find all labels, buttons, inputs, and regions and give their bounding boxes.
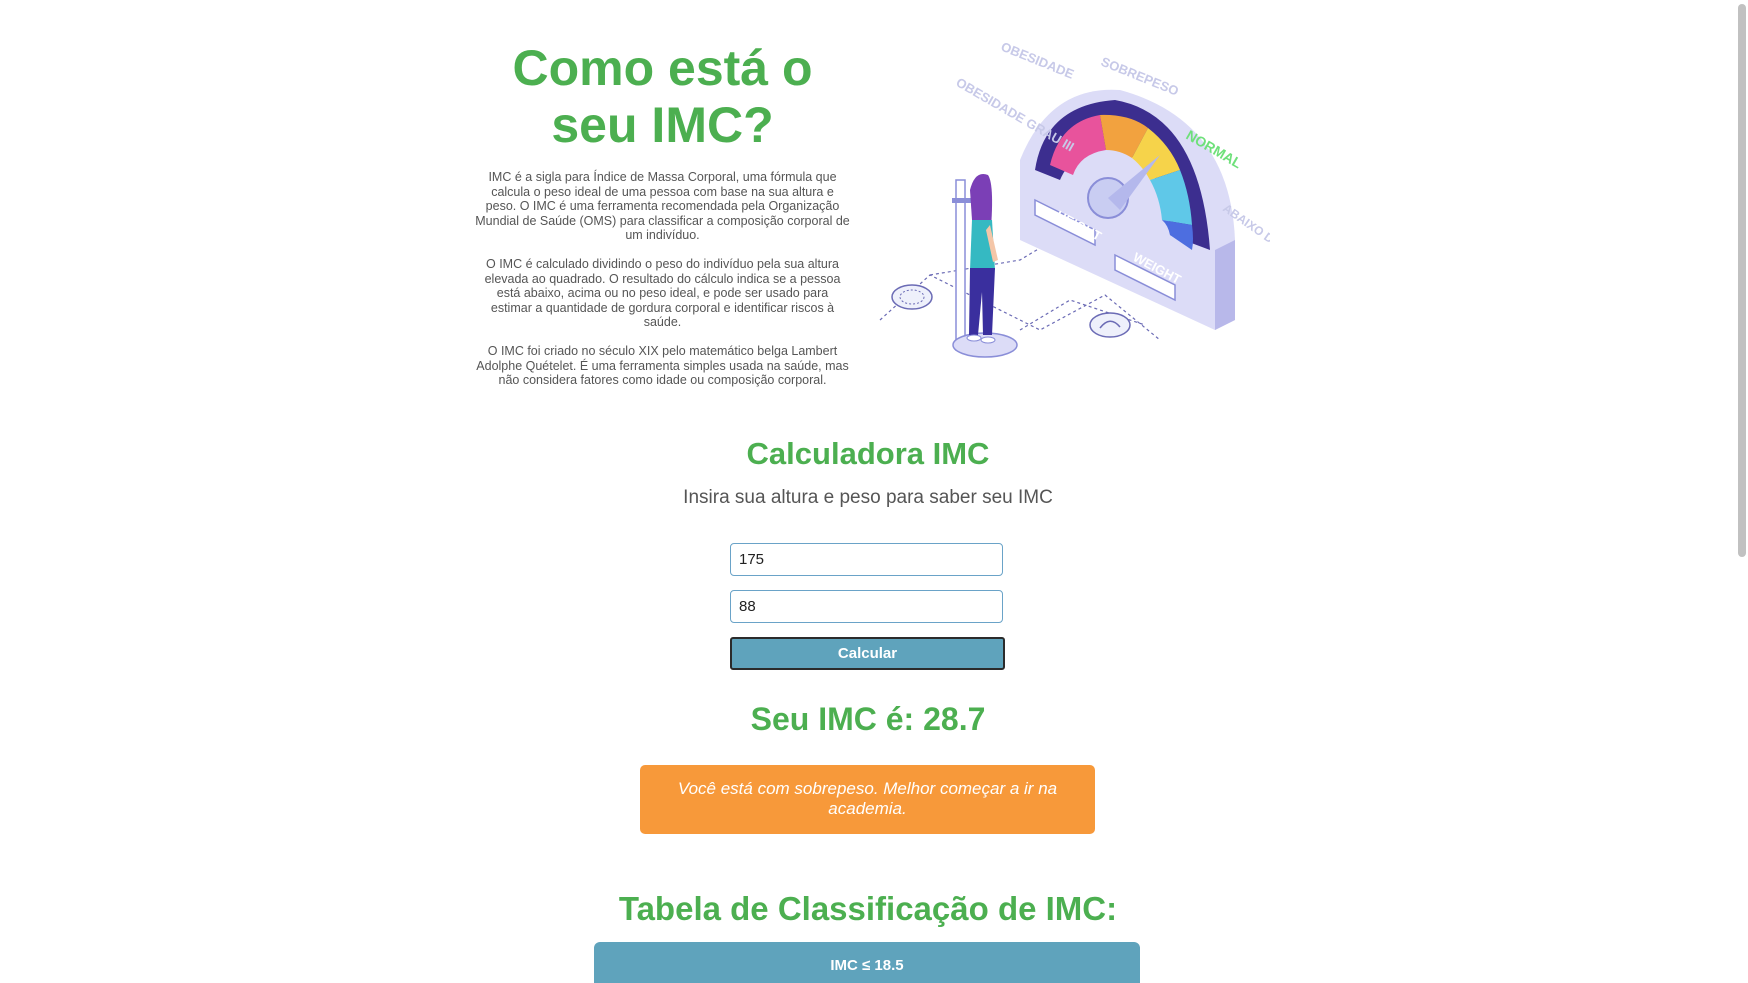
table-row-underweight: IMC ≤ 18.5 — [594, 942, 1140, 983]
classification-table-title: Tabela de Classificação de IMC: — [618, 890, 1118, 927]
result-message: Você está com sobrepeso. Melhor começar … — [640, 765, 1095, 834]
page: Como está o seu IMC? IMC é a sigla para … — [0, 0, 1748, 983]
bmi-result: Seu IMC é: 28.7 — [750, 701, 986, 737]
height-input[interactable] — [730, 543, 1003, 576]
gauge — [1020, 89, 1235, 330]
calculator-title: Calculadora IMC — [746, 436, 990, 471]
label-obesidade: OBESIDADE — [999, 39, 1077, 82]
description-paragraph-1: IMC é a sigla para Índice de Massa Corpo… — [475, 170, 850, 242]
imc-description: IMC é a sigla para Índice de Massa Corpo… — [475, 170, 850, 402]
description-paragraph-2: O IMC é calculado dividindo o peso do in… — [484, 257, 841, 329]
description-paragraph-3: O IMC foi criado no século XIX pelo mate… — [476, 344, 849, 387]
weight-input[interactable] — [730, 590, 1003, 623]
person-on-scale — [952, 174, 1018, 358]
page-title: Como está o seu IMC? — [512, 40, 813, 153]
scrollbar-track[interactable] — [1736, 0, 1748, 983]
floor-scale-icon — [891, 284, 933, 310]
calculator-subtitle: Insira sua altura e peso para saber seu … — [683, 487, 1053, 508]
scrollbar-thumb[interactable] — [1738, 4, 1746, 557]
bmi-gauge-illustration: OBESIDADE SOBREPESO OBESIDADE GRAU III N… — [879, 39, 1270, 358]
floor-chart-icon — [1089, 312, 1131, 338]
calculate-button[interactable]: Calcular — [730, 637, 1005, 670]
